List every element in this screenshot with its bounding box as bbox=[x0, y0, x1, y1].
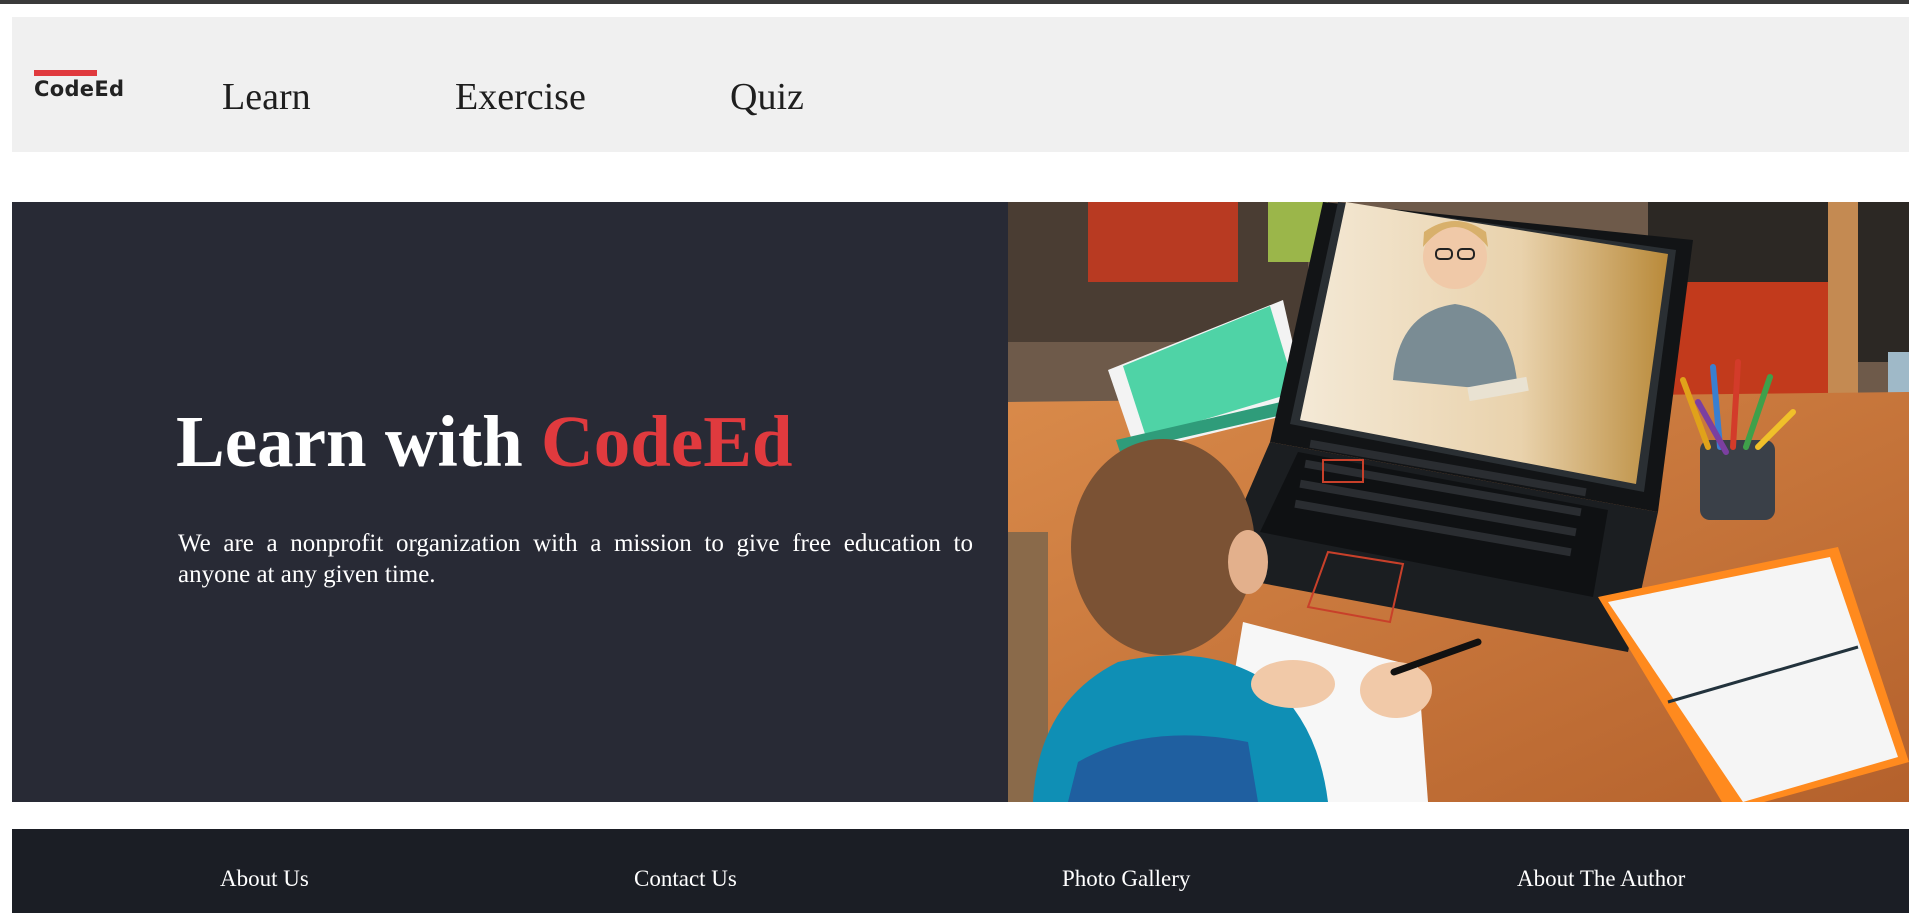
top-navigation: CodeEd Learn Exercise Quiz bbox=[12, 17, 1909, 152]
hero-title: Learn with CodeEd bbox=[176, 398, 976, 486]
logo-text: CodeEd bbox=[34, 77, 125, 101]
footer-link-contact-us[interactable]: Contact Us bbox=[634, 866, 737, 892]
hero-section: Learn with CodeEd We are a nonprofit org… bbox=[12, 202, 1909, 802]
hero-title-prefix: Learn with bbox=[176, 401, 541, 482]
top-border bbox=[0, 0, 1909, 4]
footer-link-about-the-author[interactable]: About The Author bbox=[1517, 866, 1685, 892]
footer-link-about-us[interactable]: About Us bbox=[220, 866, 309, 892]
hero-photo bbox=[1008, 202, 1909, 802]
codeed-logo[interactable]: CodeEd bbox=[34, 70, 154, 120]
hero-title-brand: CodeEd bbox=[541, 401, 793, 482]
site-footer: About Us Contact Us Photo Gallery About … bbox=[12, 829, 1909, 913]
hero-description: We are a nonprofit organization with a m… bbox=[178, 530, 973, 588]
footer-link-photo-gallery[interactable]: Photo Gallery bbox=[1062, 866, 1190, 892]
hero-text-block: Learn with CodeEd We are a nonprofit org… bbox=[176, 398, 976, 590]
nav-link-exercise[interactable]: Exercise bbox=[455, 75, 586, 119]
logo-accent-bar bbox=[34, 70, 97, 76]
nav-link-learn[interactable]: Learn bbox=[222, 75, 311, 119]
hero-illustration bbox=[1008, 202, 1909, 802]
nav-link-quiz[interactable]: Quiz bbox=[730, 75, 804, 119]
